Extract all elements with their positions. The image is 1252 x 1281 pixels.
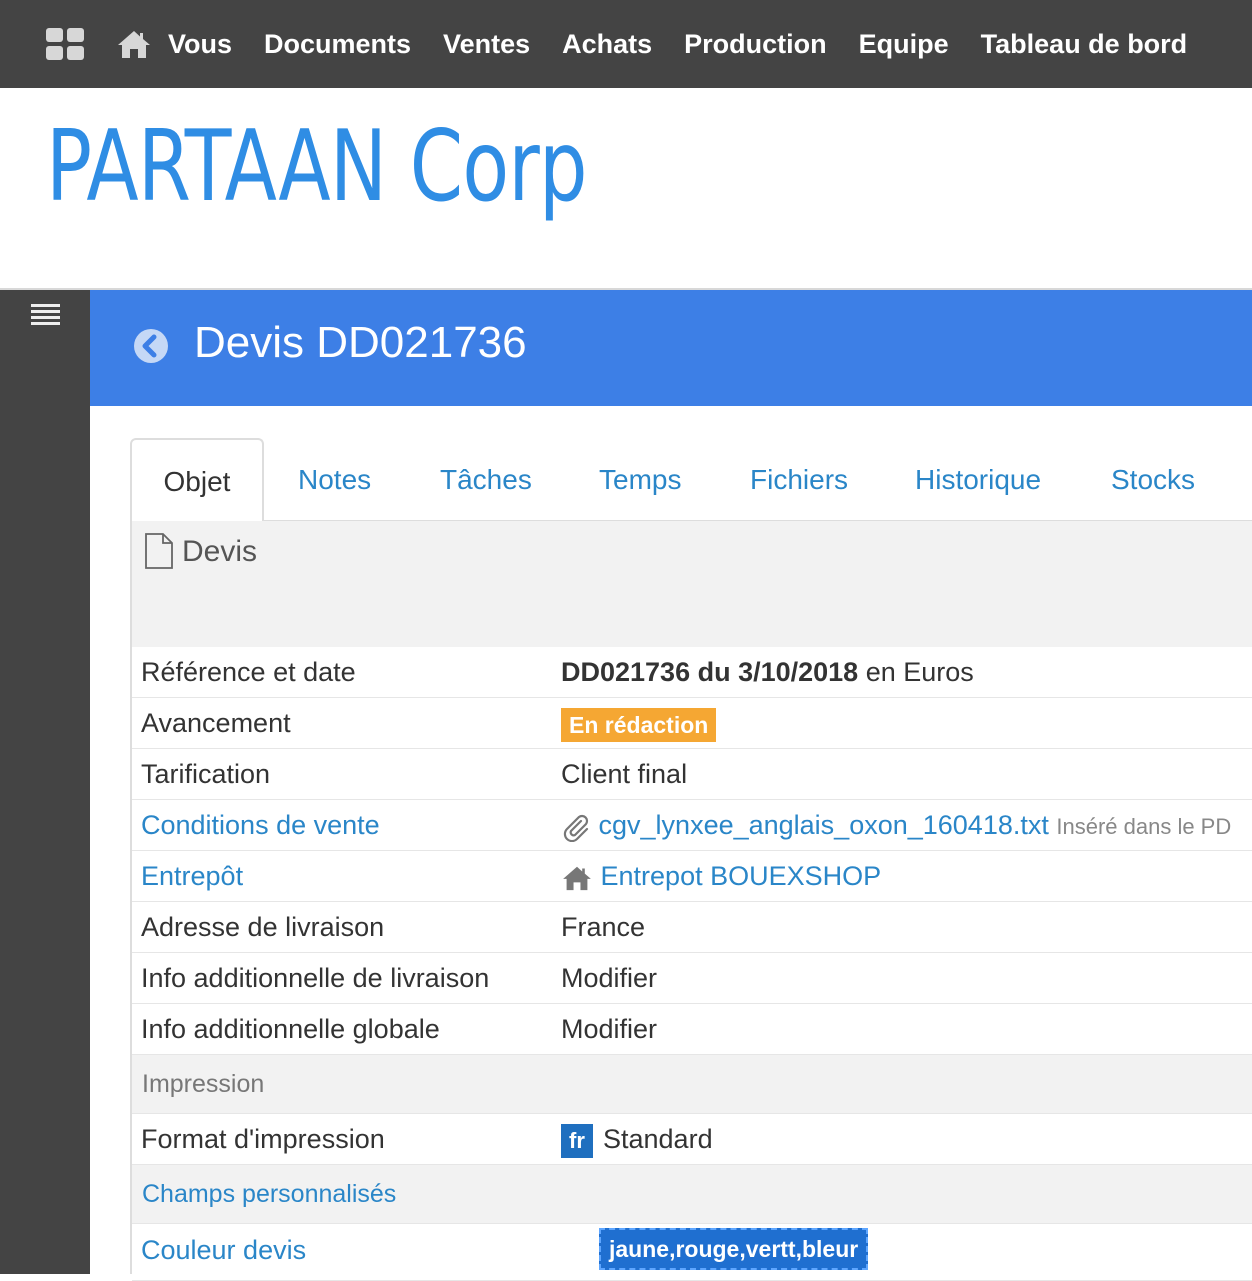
tab-temps[interactable]: Temps: [599, 438, 681, 520]
back-arrow-icon[interactable]: [133, 328, 169, 364]
reference-currency: en Euros: [858, 657, 974, 687]
row-avancement: Avancement En rédaction: [132, 698, 1252, 749]
tab-bar: Objet Notes Tâches Temps Fichiers Histor…: [130, 438, 1252, 524]
format-value: Standard: [603, 1124, 713, 1154]
nav-achats[interactable]: Achats: [562, 29, 652, 60]
row-info-livraison: Info additionnelle de livraison Modifier: [132, 953, 1252, 1004]
modifier-livraison-link[interactable]: Modifier: [561, 953, 657, 1003]
home-icon[interactable]: [116, 28, 154, 60]
row-adresse: Adresse de livraison France: [132, 902, 1252, 953]
value-conditions: cgv_lynxee_anglais_oxon_160418.txt Insér…: [561, 800, 1231, 852]
impression-section-header: Impression: [132, 1055, 1252, 1114]
custom-fields-title[interactable]: Champs personnalisés: [142, 1165, 396, 1223]
row-conditions: Conditions de vente cgv_lynxee_anglais_o…: [132, 800, 1252, 851]
apps-grid-icon[interactable]: [46, 28, 84, 60]
menu-toggle-icon[interactable]: [31, 304, 60, 328]
modifier-globale-link[interactable]: Modifier: [561, 1004, 657, 1054]
row-reference: Référence et date DD021736 du 3/10/2018 …: [132, 647, 1252, 698]
row-entrepot: Entrepôt Entrepot BOUEXSHOP: [132, 851, 1252, 902]
nav-tableau-de-bord[interactable]: Tableau de bord: [981, 29, 1188, 60]
logo-area: PARTAAN Corp: [0, 88, 1252, 288]
row-tarification: Tarification Client final: [132, 749, 1252, 800]
warehouse-home-icon: [563, 866, 591, 891]
row-couleur: Couleur devis jaune,rouge,vertt,bleur: [132, 1224, 1252, 1281]
main-menu: Vous Documents Ventes Achats Production …: [168, 29, 1219, 60]
label-info-globale: Info additionnelle globale: [141, 1014, 440, 1044]
tab-stocks[interactable]: Stocks: [1111, 438, 1195, 520]
top-navbar: Vous Documents Ventes Achats Production …: [0, 0, 1252, 88]
object-panel: Devis Référence et date DD021736 du 3/10…: [130, 521, 1252, 1281]
tab-taches[interactable]: Tâches: [440, 438, 532, 520]
value-format: fr Standard: [561, 1114, 713, 1164]
company-logo: PARTAAN Corp: [46, 110, 588, 224]
document-icon: [145, 533, 173, 569]
value-avancement: En rédaction: [561, 698, 717, 748]
tab-objet[interactable]: Objet: [130, 438, 264, 524]
nav-production[interactable]: Production: [684, 29, 827, 60]
value-entrepot: Entrepot BOUEXSHOP: [561, 851, 881, 901]
custom-fields-section-header: Champs personnalisés: [132, 1165, 1252, 1224]
tab-historique[interactable]: Historique: [915, 438, 1041, 520]
paperclip-icon: [563, 814, 589, 842]
label-format: Format d'impression: [141, 1124, 385, 1154]
label-conditions-link[interactable]: Conditions de vente: [141, 800, 380, 850]
label-tarification: Tarification: [141, 759, 271, 789]
reference-number: DD021736 du 3/10/2018: [561, 657, 859, 687]
page-title: Devis DD021736: [194, 318, 527, 367]
label-adresse: Adresse de livraison: [141, 912, 385, 942]
nav-ventes[interactable]: Ventes: [443, 29, 530, 60]
couleur-tags[interactable]: jaune,rouge,vertt,bleur: [599, 1228, 869, 1270]
label-info-livraison: Info additionnelle de livraison: [141, 963, 490, 993]
value-adresse: France: [561, 912, 646, 942]
tab-fichiers[interactable]: Fichiers: [750, 438, 848, 520]
section-devis-header: Devis: [132, 521, 1252, 647]
impression-title: Impression: [142, 1070, 265, 1098]
value-couleur: jaune,rouge,vertt,bleur: [599, 1228, 869, 1270]
section-title: Devis: [182, 535, 258, 568]
page-header: Devis DD021736: [90, 290, 1252, 406]
value-reference: DD021736 du 3/10/2018 en Euros: [561, 647, 974, 697]
left-sidebar: [0, 290, 90, 1274]
row-info-globale: Info additionnelle globale Modifier: [132, 1004, 1252, 1055]
row-format: Format d'impression fr Standard: [132, 1114, 1252, 1165]
nav-equipe[interactable]: Equipe: [859, 29, 949, 60]
label-couleur-link[interactable]: Couleur devis: [141, 1224, 306, 1276]
status-badge: En rédaction: [561, 707, 717, 742]
entrepot-link[interactable]: Entrepot BOUEXSHOP: [601, 861, 882, 891]
tab-notes[interactable]: Notes: [298, 438, 371, 520]
label-avancement: Avancement: [141, 708, 291, 738]
label-reference: Référence et date: [141, 657, 356, 687]
value-tarification: Client final: [561, 759, 688, 789]
conditions-file-link[interactable]: cgv_lynxee_anglais_oxon_160418.txt: [599, 810, 1049, 840]
nav-documents[interactable]: Documents: [264, 29, 411, 60]
conditions-note: Inséré dans le PD: [1056, 814, 1232, 839]
language-flag-badge: fr: [561, 1123, 593, 1158]
label-entrepot-link[interactable]: Entrepôt: [141, 851, 243, 901]
nav-vous[interactable]: Vous: [168, 29, 232, 60]
